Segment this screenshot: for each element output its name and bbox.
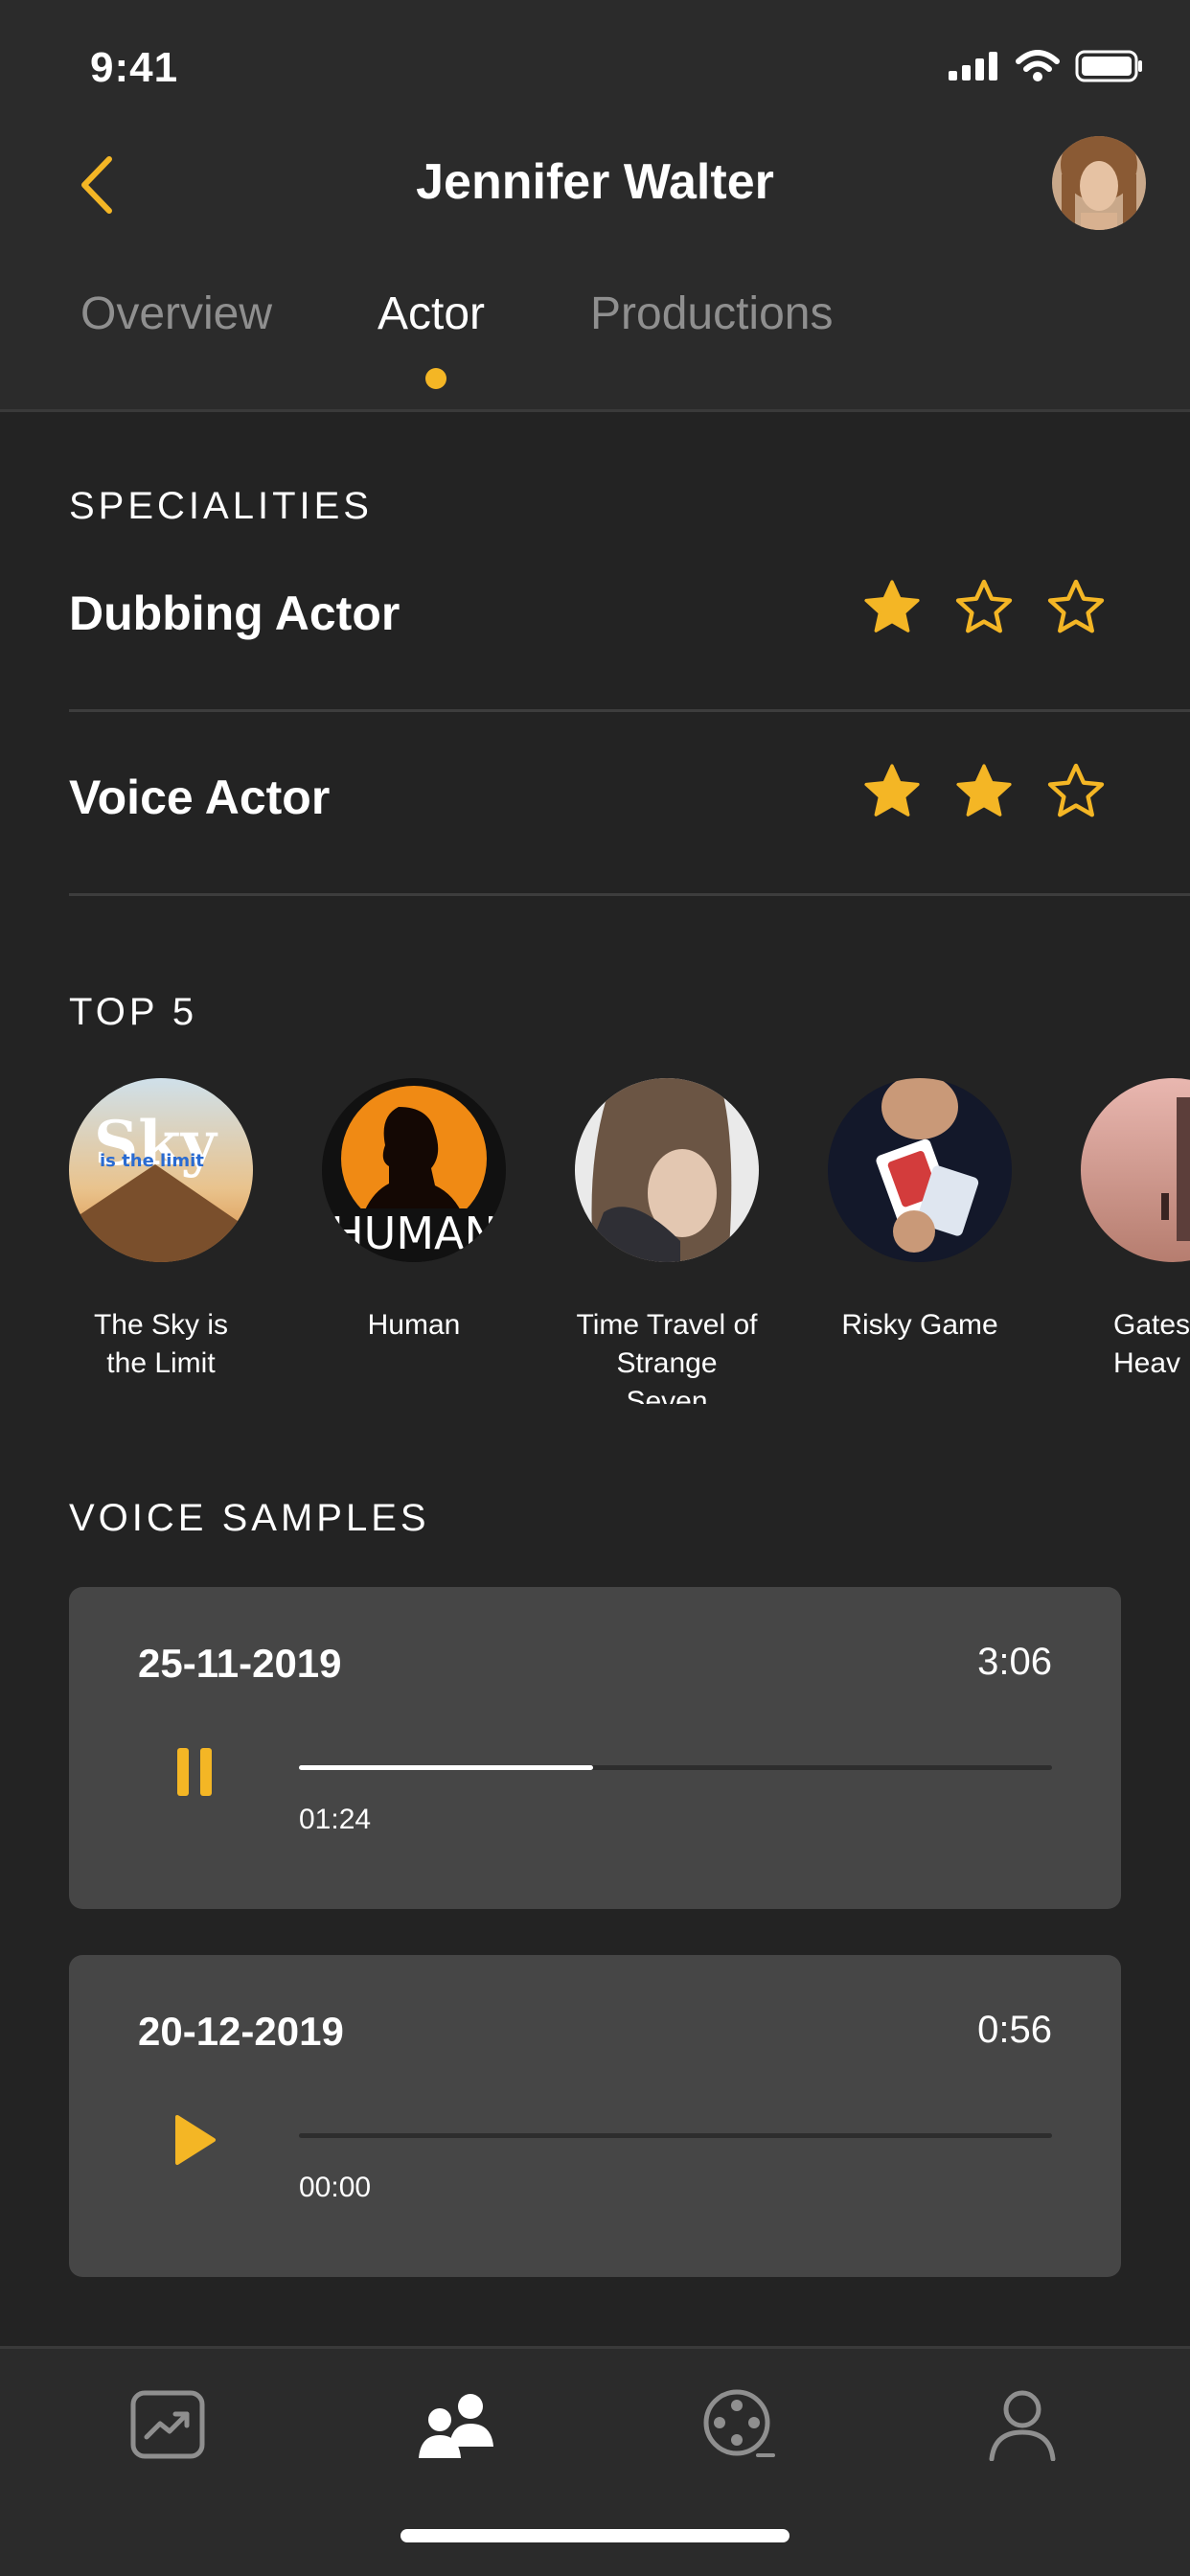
status-icons (949, 50, 1144, 82)
speciality-row: Voice Actor (69, 714, 1190, 896)
pause-icon (177, 1748, 212, 1796)
avatar[interactable] (1052, 136, 1146, 230)
star-filled-icon (864, 580, 920, 632)
tab-overview[interactable]: Overview (80, 288, 272, 340)
movie-card[interactable]: Risky Game (826, 1078, 1014, 1345)
people-icon (419, 2394, 493, 2458)
rating-stars[interactable] (860, 760, 1108, 823)
movie-title: The Sky is the Limit (93, 1309, 229, 1379)
progress-fill (299, 1765, 593, 1770)
poster-image: Sky is the limit (69, 1078, 253, 1262)
film-reel-icon (703, 2389, 775, 2457)
playback-position: 00:00 (299, 2172, 372, 2203)
sample-date: 20-12-2019 (138, 2009, 344, 2054)
svg-text:HUMAN: HUMAN (331, 1208, 497, 1259)
movie-poster (1081, 1078, 1190, 1262)
signal-icon (949, 52, 997, 80)
progress-track[interactable] (299, 2133, 1052, 2138)
poster-image (828, 1078, 1012, 1262)
speciality-name: Dubbing Actor (69, 586, 400, 640)
sample-date: 25-11-2019 (138, 1641, 342, 1686)
active-tab-indicator (425, 368, 446, 389)
playback-position: 01:24 (299, 1804, 372, 1835)
play-icon (175, 2115, 216, 2165)
tab-people[interactable] (412, 2381, 498, 2468)
speciality-name: Voice Actor (69, 770, 331, 824)
movie-title: Gates Heav (1113, 1309, 1190, 1379)
star-filled-icon (956, 764, 1012, 816)
bottom-tab-bar (0, 2346, 1190, 2576)
header-area: 9:41 Jennifer Walter Overview Actor Prod… (0, 0, 1190, 412)
play-button[interactable] (161, 2106, 228, 2174)
star-filled-icon (864, 764, 920, 816)
nav-bar: Jennifer Walter (0, 134, 1190, 240)
movie-poster: Sky is the limit (69, 1078, 253, 1262)
tab-productions[interactable]: Productions (590, 288, 833, 340)
avatar-image (1052, 136, 1146, 230)
star-outline-icon (1047, 579, 1105, 633)
speciality-row: Dubbing Actor (69, 530, 1190, 712)
rating-stars[interactable] (860, 576, 1108, 639)
wifi-icon (1016, 50, 1060, 81)
voice-sample-card: 20-12-2019 0:56 00:00 (69, 1955, 1121, 2277)
poster-image (575, 1078, 759, 1262)
top5-carousel[interactable]: Sky is the limit The Sky is the Limit HUM… (0, 1078, 1190, 1404)
sample-duration: 3:06 (977, 1641, 1052, 1683)
tab-actor[interactable]: Actor (378, 288, 485, 340)
profile-icon (989, 2390, 1056, 2461)
movie-card[interactable]: Gates Heav (1079, 1078, 1190, 1383)
star-outline-icon (1047, 763, 1105, 817)
status-time: 9:41 (90, 44, 179, 91)
tab-bar-top: Overview Actor Productions (0, 288, 1190, 402)
sample-duration: 0:56 (977, 2009, 1052, 2051)
pause-button[interactable] (161, 1738, 228, 1806)
status-bar: 9:41 (0, 0, 1190, 134)
movie-card[interactable]: HUMAN Human (320, 1078, 508, 1345)
voice-samples-heading: VOICE SAMPLES (69, 1497, 430, 1539)
battery-icon (1075, 50, 1142, 82)
movie-poster (828, 1078, 1012, 1262)
movie-title: Risky Game (841, 1309, 998, 1341)
top5-heading: TOP 5 (69, 991, 198, 1033)
movie-title: Human (367, 1309, 461, 1341)
poster-image: HUMAN (322, 1078, 506, 1262)
tab-profile[interactable] (979, 2381, 1065, 2468)
movie-title: Time Travel of Strange Seven (576, 1309, 758, 1404)
home-indicator[interactable] (400, 2529, 790, 2542)
specialities-heading: SPECIALITIES (69, 485, 373, 527)
star-outline-icon (955, 579, 1013, 633)
tab-analytics[interactable] (125, 2381, 211, 2468)
svg-text:is the limit: is the limit (100, 1151, 204, 1171)
tab-productions-bar[interactable] (696, 2381, 782, 2468)
movie-poster (575, 1078, 759, 1262)
movie-card[interactable]: Sky is the limit The Sky is the Limit (67, 1078, 255, 1383)
chart-icon (130, 2390, 205, 2459)
progress-track[interactable] (299, 1765, 1052, 1770)
movie-poster: HUMAN (322, 1078, 506, 1262)
movie-card[interactable]: Time Travel of Strange Seven (573, 1078, 761, 1404)
poster-image (1081, 1078, 1190, 1262)
page-title: Jennifer Walter (416, 154, 774, 210)
voice-sample-card: 25-11-2019 3:06 01:24 (69, 1587, 1121, 1909)
